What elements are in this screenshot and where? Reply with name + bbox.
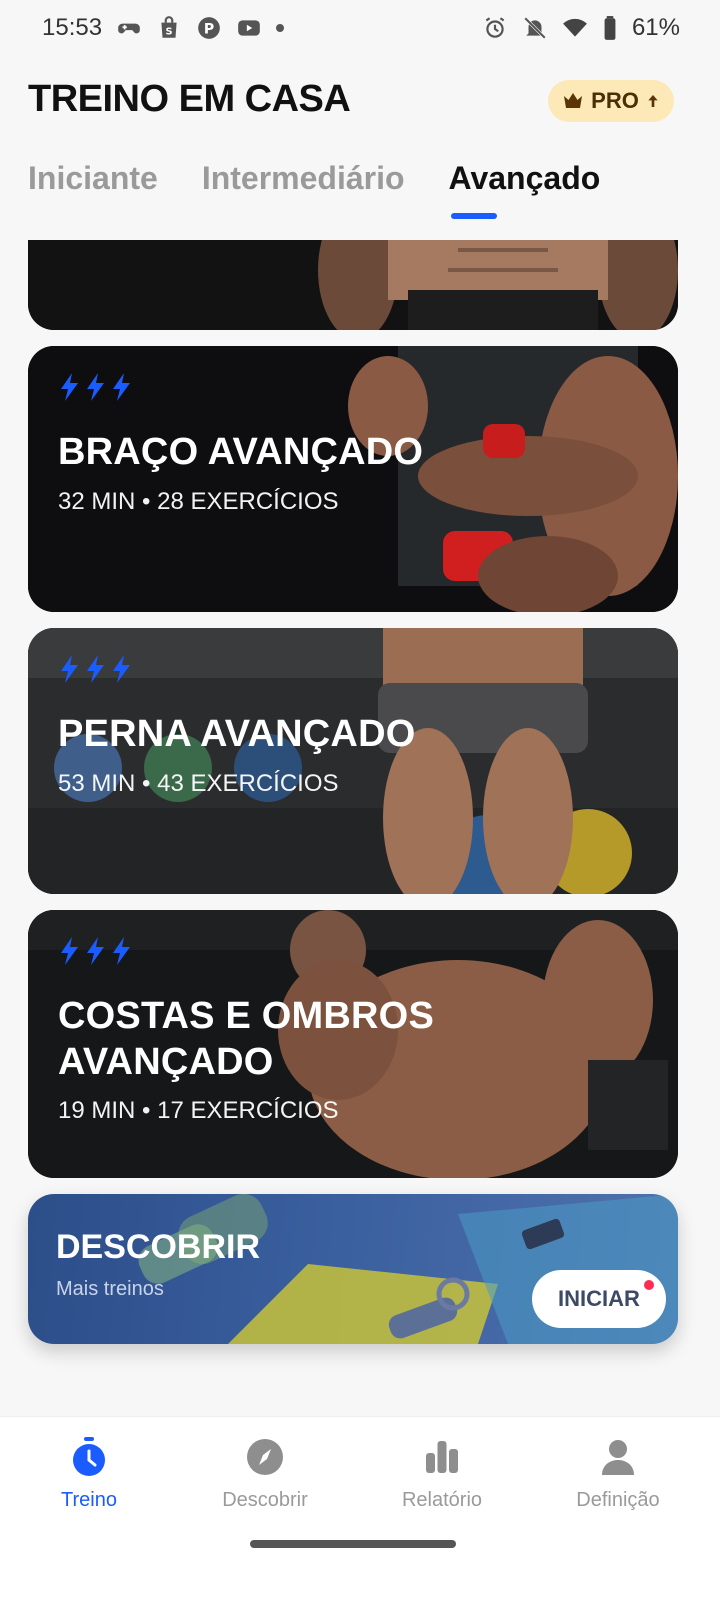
status-time: 15:53: [42, 14, 103, 41]
level-tabs: Iniciante Intermediário Avançado: [28, 160, 600, 219]
workout-title: COSTAS E OMBROS AVANÇADO: [58, 995, 434, 1083]
youtube-icon: [236, 15, 262, 41]
lightning-icon: [61, 655, 78, 683]
nav-label: Treino: [61, 1489, 117, 1511]
nav-label: Relatório: [401, 1489, 483, 1511]
lightning-icon: [113, 373, 130, 401]
battery-percent: 61%: [631, 14, 680, 41]
stopwatch-icon: [73, 1437, 105, 1476]
more-notifications-dot: [276, 24, 285, 32]
svg-text:S: S: [166, 27, 173, 38]
workout-card-braco[interactable]: BRAÇO AVANÇADO 32 MIN • 28 EXERCÍCIOS: [28, 346, 678, 612]
lightning-icon: [87, 937, 104, 965]
nav-relatorio[interactable]: Relatório: [362, 1435, 522, 1512]
pro-button[interactable]: PRO: [548, 80, 674, 122]
crown-icon: [564, 93, 583, 108]
app-title: TREINO EM CASA: [28, 78, 351, 120]
wifi-icon: [562, 15, 588, 41]
workout-card-perna[interactable]: PERNA AVANÇADO 53 MIN • 43 EXERCÍCIOS: [28, 628, 678, 894]
lightning-icon: [87, 373, 104, 401]
workout-title: BRAÇO AVANÇADO: [58, 431, 424, 473]
tab-avancado[interactable]: Avançado: [449, 160, 600, 219]
workout-card-costas[interactable]: COSTAS E OMBROS AVANÇADO 19 MIN • 17 EXE…: [28, 910, 678, 1178]
alarm-icon: [482, 15, 508, 41]
nav-label: Definição: [576, 1489, 660, 1511]
nav-treino[interactable]: Treino: [9, 1435, 169, 1512]
tab-intermediario[interactable]: Intermediário: [202, 160, 405, 219]
pro-label: PRO: [591, 88, 639, 113]
discover-subtitle: Mais treinos: [56, 1278, 164, 1300]
workout-meta: 53 MIN • 43 EXERCÍCIOS: [58, 769, 339, 797]
start-button[interactable]: INICIAR: [532, 1270, 666, 1328]
lightning-icon: [113, 937, 130, 965]
discover-card[interactable]: DESCOBRIR Mais treinos INICIAR: [28, 1194, 678, 1344]
discover-title: DESCOBRIR: [56, 1228, 261, 1266]
compass-icon: [247, 1439, 283, 1475]
bottom-navigation: Treino Descobrir Relatório Definição: [0, 1416, 720, 1600]
workout-title: PERNA AVANÇADO: [58, 713, 416, 755]
nav-descobrir[interactable]: Descobrir: [185, 1435, 345, 1512]
notification-dot: [644, 1280, 654, 1290]
nav-definicao[interactable]: Definição: [538, 1435, 698, 1512]
shopping-bag-icon: S: [156, 15, 182, 41]
lightning-icon: [87, 655, 104, 683]
arrow-up-icon: [648, 95, 658, 107]
person-icon: [602, 1440, 634, 1475]
nav-label: Descobrir: [222, 1489, 308, 1511]
status-bar: 15:53 S P 61%: [0, 0, 720, 56]
workout-meta: 32 MIN • 28 EXERCÍCIOS: [58, 487, 339, 515]
tab-iniciante[interactable]: Iniciante: [28, 160, 158, 219]
workout-card-partial[interactable]: [28, 240, 678, 330]
start-button-label: INICIAR: [558, 1286, 640, 1311]
game-controller-icon: [116, 15, 142, 41]
workout-photo: [28, 240, 678, 330]
pinterest-icon: P: [196, 15, 222, 41]
bell-off-icon: [522, 15, 548, 41]
difficulty-indicator: [58, 372, 648, 402]
lightning-icon: [61, 937, 78, 965]
lightning-icon: [61, 373, 78, 401]
battery-icon: [602, 15, 618, 41]
difficulty-indicator: [58, 654, 648, 684]
lightning-icon: [113, 655, 130, 683]
bar-chart-icon: [426, 1441, 458, 1473]
svg-text:P: P: [204, 21, 214, 37]
workout-meta: 19 MIN • 17 EXERCÍCIOS: [58, 1097, 339, 1125]
difficulty-indicator: [58, 936, 648, 966]
home-indicator[interactable]: [250, 1540, 456, 1548]
